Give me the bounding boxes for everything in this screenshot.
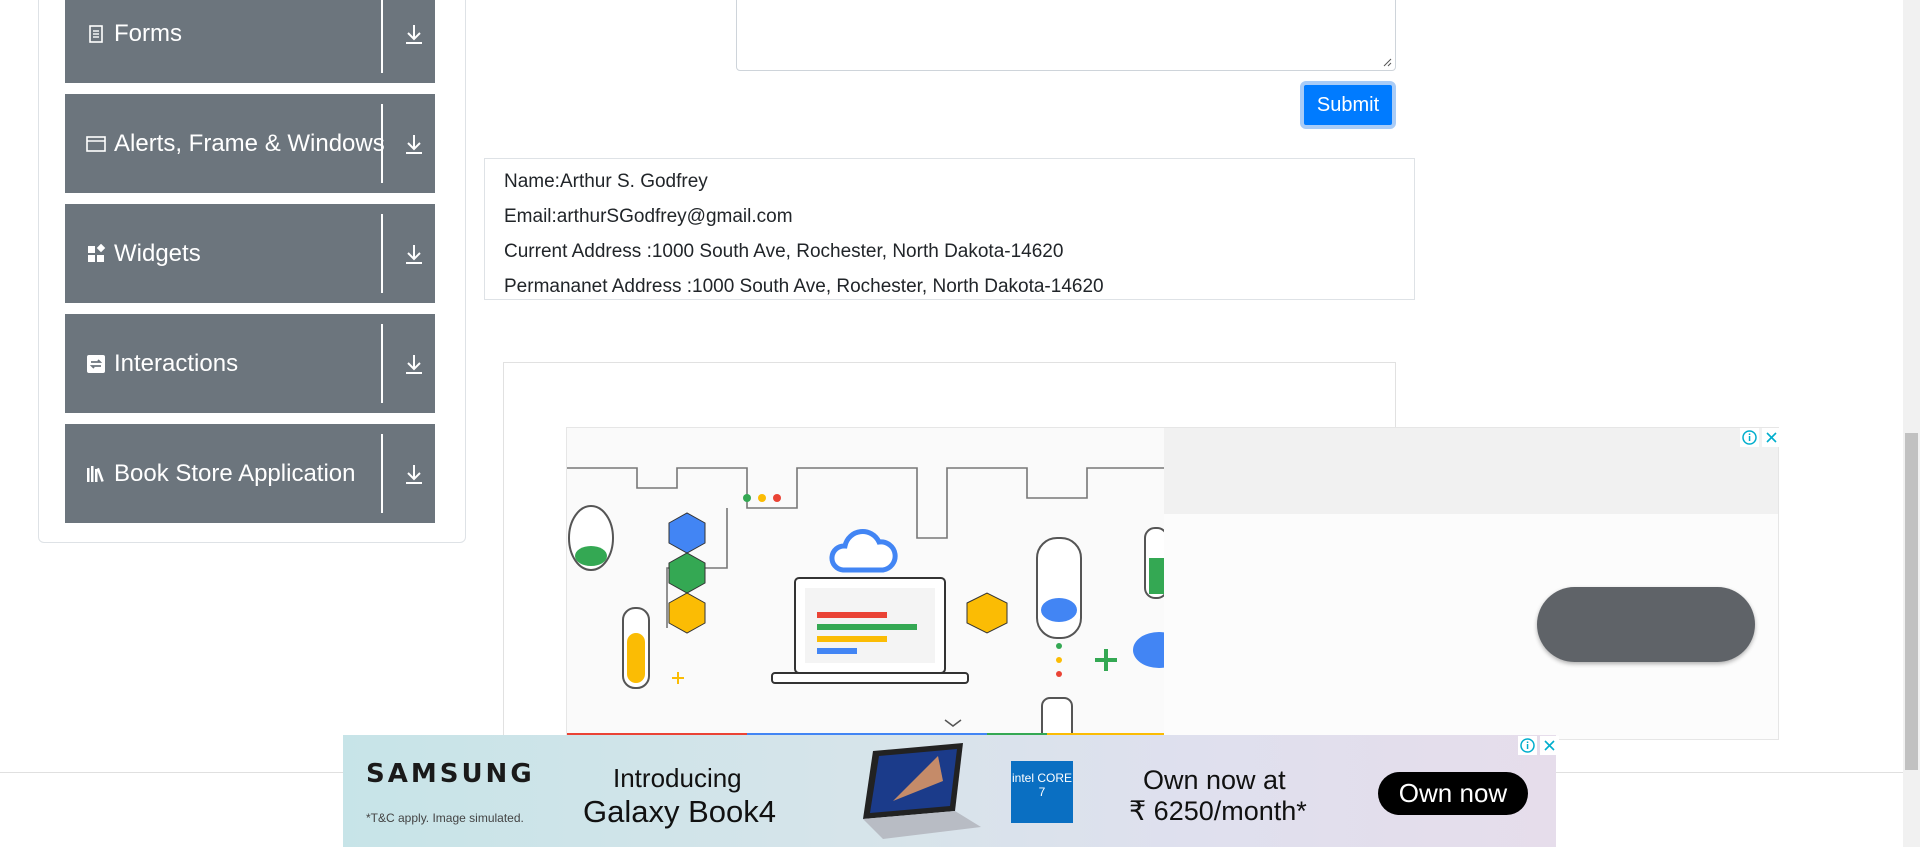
books-icon [87, 465, 104, 482]
ad-headline-1: Introducing [613, 763, 742, 793]
divider [381, 434, 383, 513]
ad-fine-print: *T&C apply. Image simulated. [366, 811, 524, 825]
sidebar-group-book-store-application[interactable]: Book Store Application [65, 424, 435, 523]
sidebar-group-widgets[interactable]: Widgets [65, 204, 435, 303]
scrollbar-thumb[interactable] [1905, 433, 1918, 770]
sidebar-group-label: Forms [114, 19, 182, 47]
ad-headline-2: Galaxy Book4 [583, 794, 776, 829]
cloud-illustration-image [567, 428, 1164, 739]
sidebar-group-label: Alerts, Frame & Windows [114, 129, 385, 157]
permanent-address-textarea[interactable] [736, 0, 1396, 71]
sidebar-group-label: Widgets [114, 239, 201, 267]
sidebar-group-interactions[interactable]: Interactions [65, 314, 435, 413]
divider [381, 104, 383, 183]
ad-info-icon[interactable] [1740, 428, 1759, 447]
output-name: Name:Arthur S. Godfrey [504, 171, 708, 192]
intel-core-badge: intel CORE 7 [1011, 761, 1073, 823]
sidebar-group-forms[interactable]: Forms [65, 0, 435, 83]
ad-offer-1: Own now at [1143, 765, 1286, 795]
samsung-ad-banner[interactable]: SAMSUNG *T&C apply. Image simulated. Int… [343, 735, 1556, 847]
sidebar-group-label: Book Store Application [114, 459, 356, 487]
ad-cta-button[interactable] [1537, 587, 1755, 662]
google-cloud-ad[interactable] [566, 427, 1779, 740]
sidebar-group-label: Interactions [114, 349, 239, 377]
ad-brand-logo: SAMSUNG [366, 759, 535, 789]
sidebar-group-alerts-frame-windows[interactable]: Alerts, Frame & Windows [65, 94, 435, 193]
download-arrow-icon[interactable] [402, 242, 426, 266]
laptop-image [863, 743, 981, 839]
ad-info-icon[interactable] [1518, 736, 1537, 755]
ad-close-icon[interactable] [1762, 428, 1781, 447]
interactions-icon [87, 354, 105, 373]
submit-button[interactable]: Submit [1300, 81, 1396, 129]
ad-close-icon[interactable] [1540, 736, 1559, 755]
download-arrow-icon[interactable] [402, 22, 426, 46]
download-arrow-icon[interactable] [402, 132, 426, 156]
download-arrow-icon[interactable] [402, 462, 426, 486]
document-icon [89, 24, 103, 43]
output-email: Email:arthurSGodfrey@gmail.com [504, 206, 793, 227]
download-arrow-icon[interactable] [402, 352, 426, 376]
divider [381, 0, 383, 73]
divider [381, 324, 383, 403]
vertical-scrollbar[interactable] [1903, 0, 1920, 847]
ad-header-area [1164, 428, 1778, 514]
output-permanent-address: Permananet Address :1000 South Ave, Roch… [504, 276, 1104, 297]
ad-offer-2: ₹ 6250/month* [1129, 796, 1307, 826]
window-icon [86, 135, 106, 152]
ad-controls [1740, 428, 1781, 447]
bottom-ad-controls [1518, 736, 1559, 755]
own-now-button[interactable]: Own now [1378, 772, 1528, 815]
widgets-icon [88, 243, 106, 262]
resize-grip-icon[interactable] [1382, 57, 1392, 67]
output-box: Name:Arthur S. Godfrey Email:arthurSGodf… [484, 158, 1415, 300]
divider [381, 214, 383, 293]
output-current-address: Current Address :1000 South Ave, Rochest… [504, 241, 1064, 262]
